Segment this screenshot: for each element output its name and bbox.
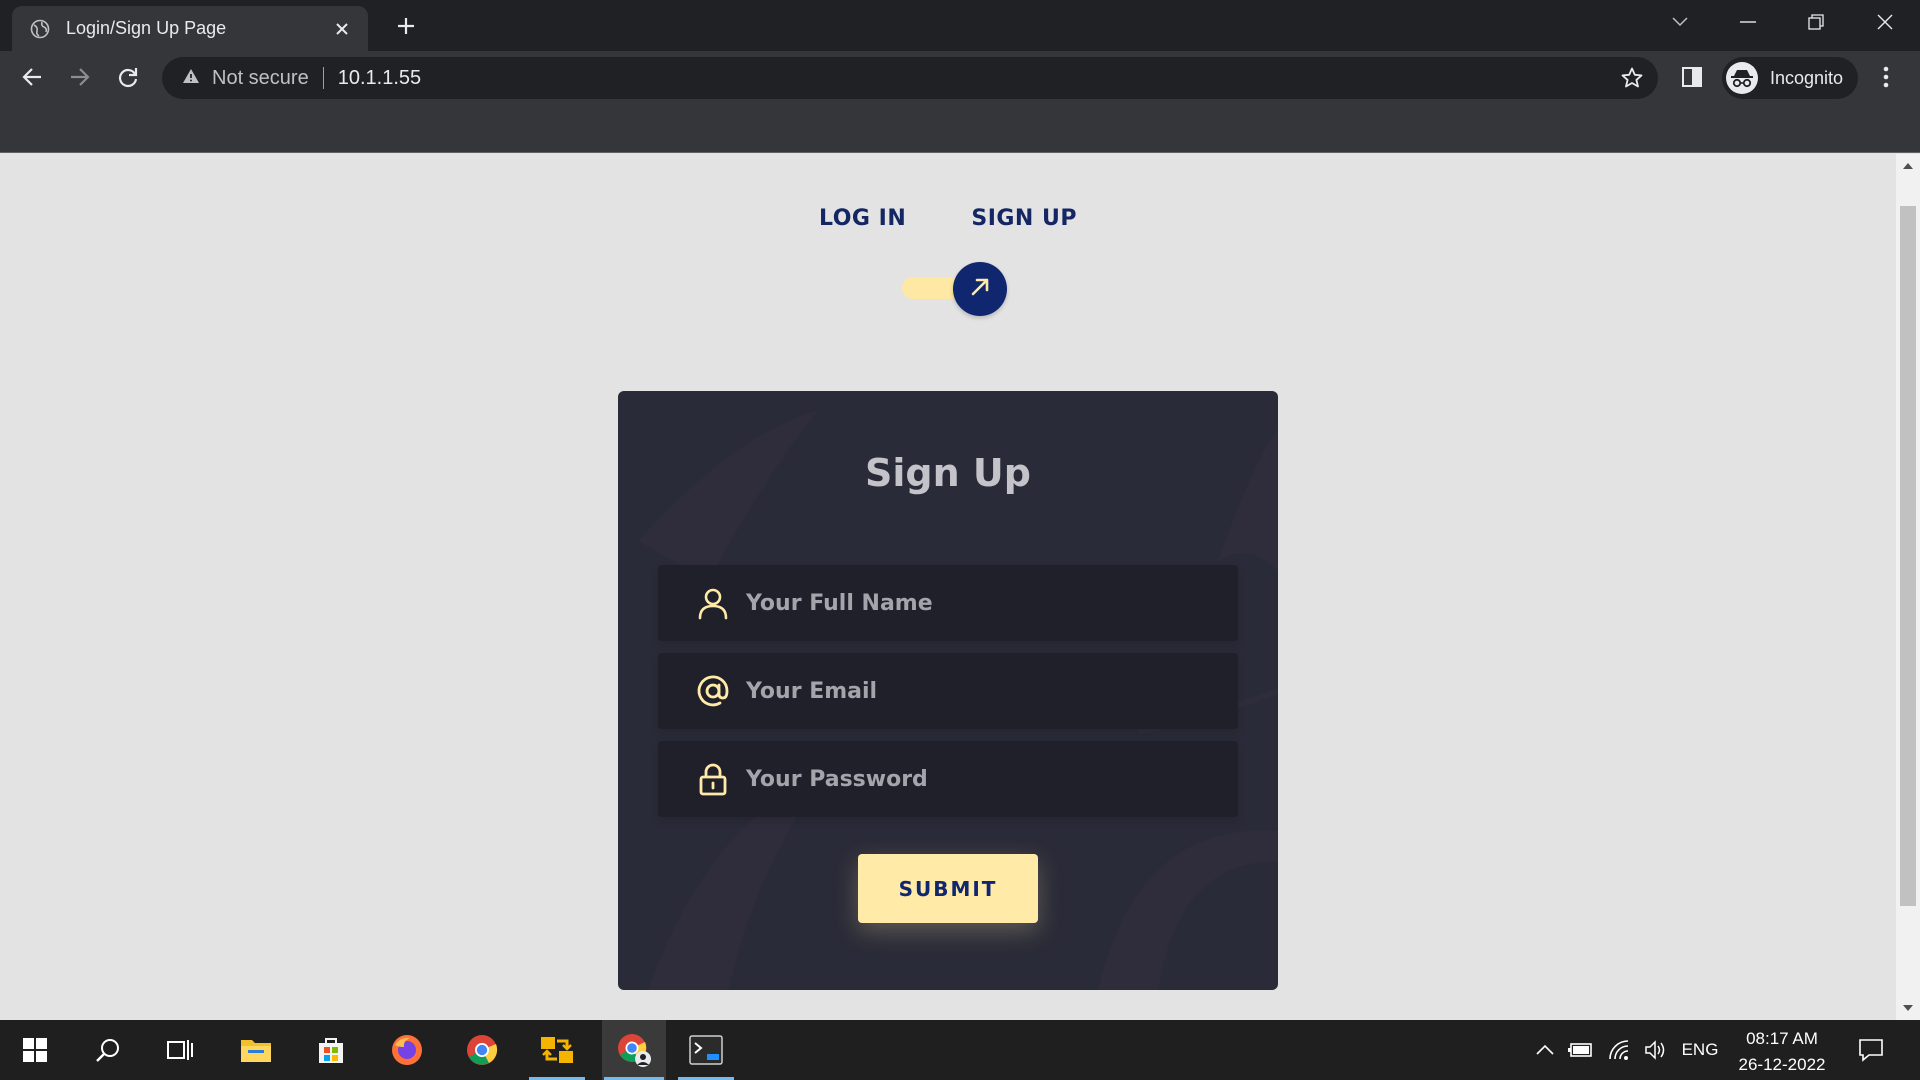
- tab-title: Login/Sign Up Page: [66, 18, 227, 38]
- reload-icon[interactable]: [114, 63, 142, 91]
- scrollbar-thumb[interactable]: [1900, 206, 1916, 906]
- omnibox-separator: [322, 67, 324, 89]
- lock-icon: [694, 760, 732, 798]
- page-viewport: LOG IN SIGN UP Sign Up Your Full Name Yo…: [0, 154, 1896, 1020]
- arrow-up-right-icon: [969, 276, 991, 302]
- battery-icon[interactable]: [1568, 1020, 1594, 1080]
- tab-search-icon[interactable]: [1656, 8, 1704, 36]
- user-icon: [694, 584, 732, 622]
- password-field: [658, 741, 1238, 817]
- auth-switch-labels: LOG IN SIGN UP: [0, 206, 1896, 231]
- address-bar[interactable]: Not secure 10.1.1.55: [162, 57, 1658, 99]
- show-hidden-icons-chevron-icon[interactable]: [1532, 1020, 1558, 1080]
- input-language-indicator[interactable]: ENG: [1680, 1020, 1720, 1080]
- volume-icon[interactable]: [1643, 1020, 1669, 1080]
- microsoft-store-icon[interactable]: [301, 1020, 361, 1080]
- forward-icon[interactable]: [66, 63, 94, 91]
- at-sign-icon: [694, 672, 732, 710]
- vmware-icon[interactable]: [527, 1020, 587, 1080]
- submit-button[interactable]: SUBMIT: [858, 854, 1038, 923]
- restore-icon[interactable]: [1792, 8, 1840, 36]
- page-scrollbar[interactable]: [1896, 154, 1920, 1020]
- menu-kebab-icon[interactable]: [1872, 63, 1900, 91]
- back-icon[interactable]: [18, 63, 46, 91]
- bookmark-star-icon[interactable]: [1620, 66, 1644, 95]
- windows-start-icon[interactable]: [5, 1020, 65, 1080]
- system-clock[interactable]: 08:17 AM 26-12-2022: [1724, 1026, 1840, 1078]
- email-field: [658, 653, 1238, 729]
- chrome-incognito-icon[interactable]: [602, 1020, 666, 1080]
- chrome-icon[interactable]: [452, 1020, 512, 1080]
- email-input[interactable]: [746, 671, 1226, 711]
- auth-toggle-knob[interactable]: [953, 262, 1007, 316]
- search-icon[interactable]: [78, 1020, 138, 1080]
- file-explorer-icon[interactable]: [226, 1020, 286, 1080]
- task-view-icon[interactable]: [150, 1020, 210, 1080]
- scroll-down-arrow-icon[interactable]: [1902, 1002, 1914, 1014]
- close-tab-icon[interactable]: [330, 17, 354, 41]
- new-tab-icon[interactable]: [392, 12, 420, 40]
- fullname-field: [658, 565, 1238, 641]
- minimize-icon[interactable]: [1724, 8, 1772, 36]
- bookmarks-bar: [0, 103, 1920, 153]
- incognito-icon: [1726, 62, 1758, 94]
- globe-icon: [30, 19, 50, 39]
- network-icon[interactable]: [1607, 1020, 1633, 1080]
- security-status[interactable]: Not secure: [212, 67, 309, 90]
- url-text[interactable]: 10.1.1.55: [338, 67, 421, 90]
- terminal-icon[interactable]: [676, 1020, 736, 1080]
- clock-time: 08:17 AM: [1746, 1029, 1818, 1048]
- clock-date: 26-12-2022: [1738, 1055, 1826, 1074]
- side-panel-icon[interactable]: [1678, 63, 1706, 91]
- warning-icon: [182, 68, 200, 89]
- incognito-label: Incognito: [1770, 67, 1844, 88]
- signup-card: Sign Up SUBMIT: [618, 391, 1278, 990]
- browser-toolbar: Not secure 10.1.1.55 Incognito: [0, 51, 1920, 103]
- scroll-up-arrow-icon[interactable]: [1902, 160, 1914, 172]
- signup-tab-label[interactable]: SIGN UP: [971, 206, 1077, 231]
- windows-taskbar: ENG 08:17 AM 26-12-2022: [0, 1020, 1920, 1080]
- notifications-icon[interactable]: [1856, 1020, 1886, 1080]
- browser-tab[interactable]: Login/Sign Up Page: [12, 6, 368, 51]
- password-input[interactable]: [746, 759, 1226, 799]
- browser-tabstrip: Login/Sign Up Page: [0, 0, 1920, 51]
- fullname-input[interactable]: [746, 583, 1226, 623]
- firefox-icon[interactable]: [377, 1020, 437, 1080]
- close-window-icon[interactable]: [1861, 8, 1909, 36]
- signup-title: Sign Up: [865, 451, 1031, 495]
- login-tab-label[interactable]: LOG IN: [819, 206, 906, 231]
- incognito-profile-button[interactable]: Incognito: [1722, 57, 1858, 99]
